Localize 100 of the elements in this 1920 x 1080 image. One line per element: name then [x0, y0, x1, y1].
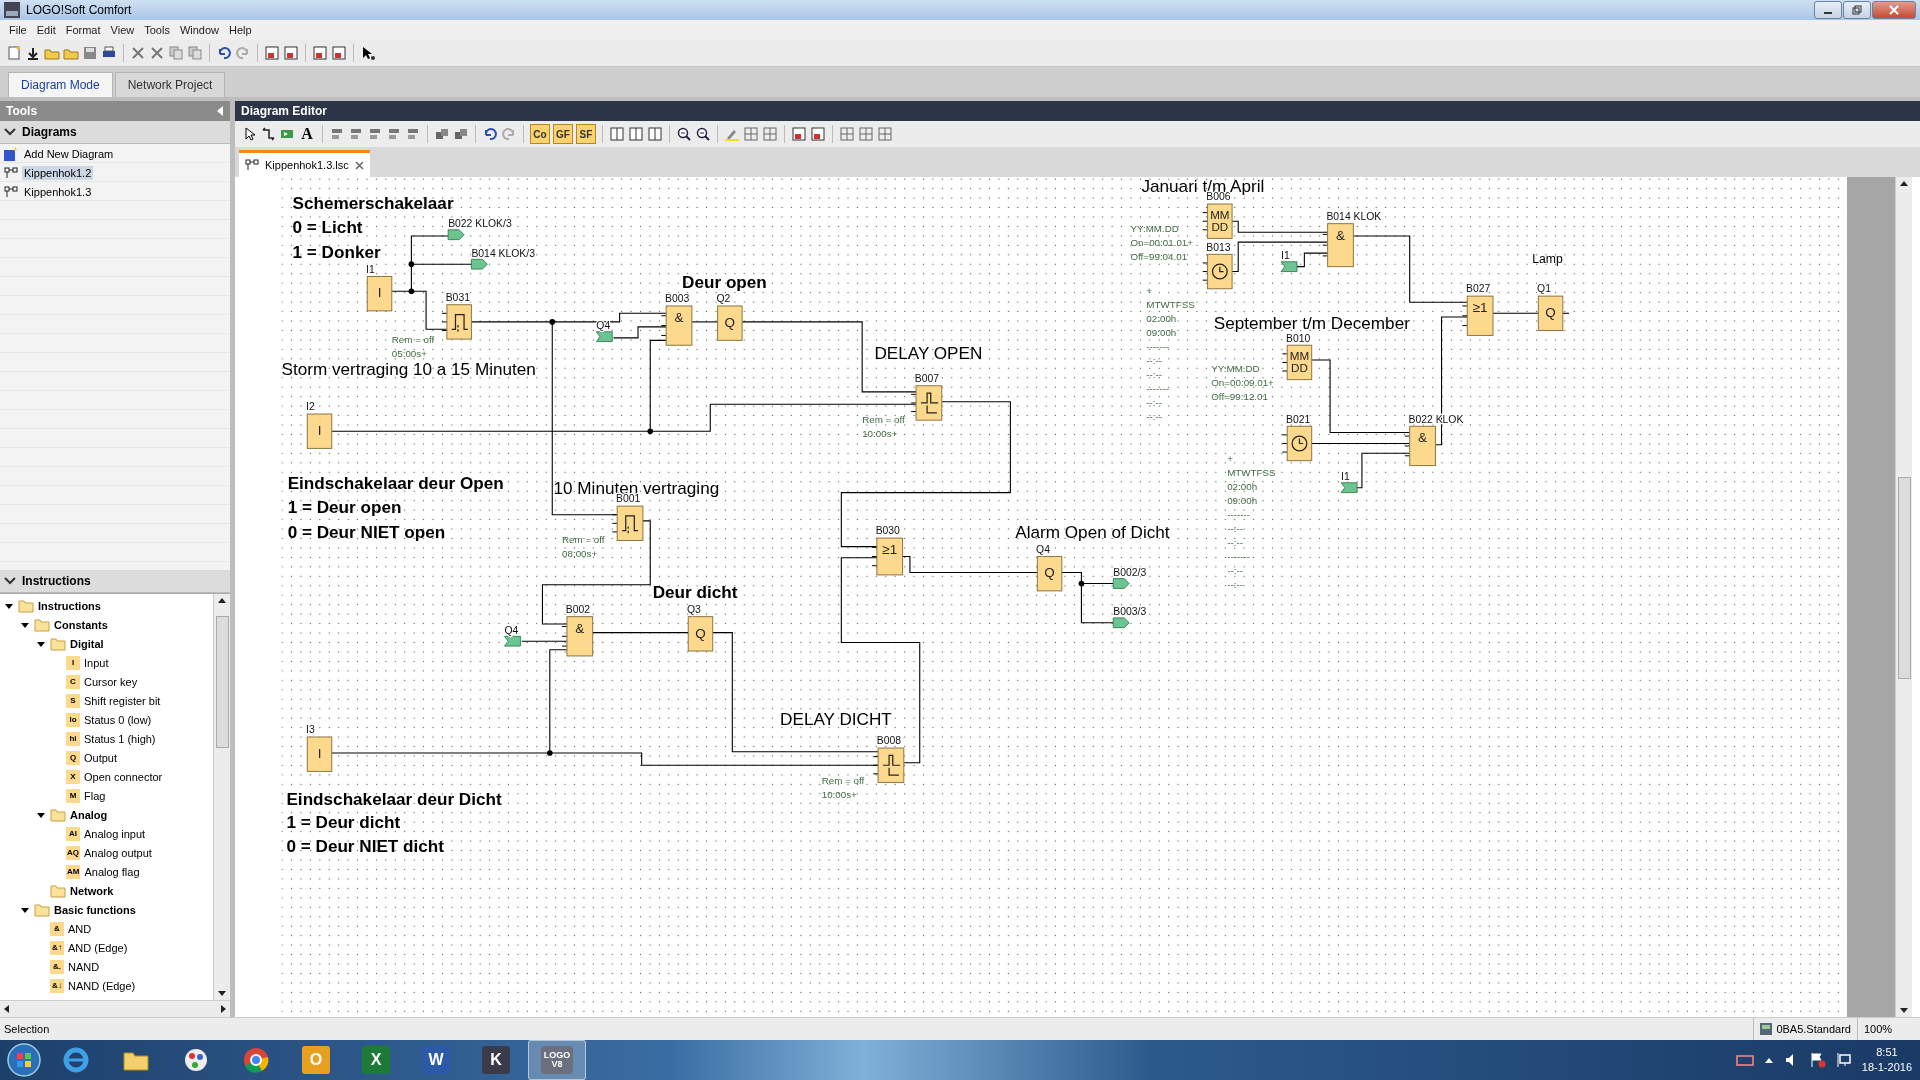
scroll-up-icon[interactable] — [218, 597, 226, 604]
zoom-out-icon[interactable] — [695, 126, 711, 142]
connector-flag[interactable] — [504, 635, 521, 647]
function-block[interactable]: I — [306, 736, 333, 772]
diagram-comment[interactable]: Deur open — [682, 271, 767, 292]
flag-icon[interactable] — [1809, 1052, 1826, 1068]
align-icon[interactable] — [405, 126, 421, 142]
scroll-left-icon[interactable] — [3, 1005, 10, 1013]
file-tab[interactable]: Kippenhok1.3.lsc — [239, 150, 370, 177]
layout-icon[interactable] — [609, 126, 625, 142]
tree-item[interactable]: Digital — [70, 637, 104, 650]
align-icon[interactable] — [329, 126, 345, 142]
tree-item[interactable]: Status 0 (low) — [84, 713, 152, 726]
diagram-item[interactable]: Add New Diagram — [22, 146, 116, 161]
scrollbar[interactable] — [1895, 177, 1912, 1017]
diagram-comment[interactable]: 1 = Deur open — [287, 497, 402, 518]
diagram-comment[interactable]: 0 = Licht — [292, 217, 363, 238]
tree-item[interactable]: Shift register bit — [84, 694, 161, 707]
scroll-down-icon[interactable] — [1900, 1007, 1908, 1014]
scroll-thumb[interactable] — [216, 616, 229, 748]
menu-item[interactable]: File — [4, 24, 32, 36]
close-icon[interactable] — [354, 160, 364, 170]
diagram-comment[interactable]: 1 = Donker — [292, 242, 381, 263]
tree-item[interactable]: Basic functions — [54, 903, 136, 916]
tree-item[interactable]: Network — [70, 884, 114, 897]
diagram-comment[interactable]: 0 = Deur NIET dicht — [286, 836, 445, 857]
connector-flag[interactable] — [471, 258, 488, 270]
tree-item[interactable]: NAND — [68, 960, 100, 973]
connector-flag[interactable] — [1280, 261, 1298, 272]
tree-item[interactable]: NAND (Edge) — [68, 979, 136, 992]
function-block[interactable] — [1281, 425, 1313, 462]
scroll-thumb[interactable] — [1898, 477, 1911, 679]
taskbar-button[interactable]: X — [348, 1041, 404, 1079]
tree-item[interactable]: Analog output — [84, 846, 152, 859]
diagram-comment[interactable]: Storm vertraging 10 a 15 Minuten — [281, 358, 536, 379]
caret-icon[interactable] — [1763, 1056, 1774, 1064]
taskbar-button[interactable]: K — [468, 1041, 524, 1079]
tree-item[interactable]: Flag — [84, 789, 106, 802]
clock[interactable]: 8:51 18-1-2016 — [1861, 1045, 1912, 1075]
mode-tab[interactable]: Diagram Mode — [8, 72, 113, 97]
keyboard-icon[interactable] — [1735, 1054, 1754, 1066]
layout-icon[interactable] — [647, 126, 663, 142]
tool-button[interactable]: Co — [530, 124, 550, 144]
function-block[interactable]: I — [366, 276, 393, 312]
tree-item[interactable]: Cursor key — [84, 675, 138, 688]
scrollbar[interactable] — [213, 594, 230, 1000]
start-button[interactable] — [4, 1041, 44, 1079]
diagram-comment[interactable]: 0 = Deur NIET open — [287, 522, 446, 543]
section-header[interactable]: Instructions — [0, 570, 230, 593]
connect-icon[interactable] — [260, 126, 276, 142]
scroll-down-icon[interactable] — [218, 990, 226, 997]
menu-item[interactable]: Edit — [31, 24, 61, 36]
grid-icon[interactable] — [762, 126, 778, 142]
zoom-in-icon[interactable] — [676, 126, 692, 142]
menu-item[interactable]: Window — [174, 24, 224, 36]
collapse-arrow-icon[interactable] — [216, 106, 224, 116]
undo-icon[interactable] — [216, 45, 232, 61]
cut-icon[interactable] — [149, 45, 165, 61]
function-block[interactable] — [910, 385, 943, 421]
grid-icon[interactable] — [743, 126, 759, 142]
tree-item[interactable]: Analog — [70, 808, 108, 821]
diagram-comment[interactable]: DELAY DICHT — [780, 708, 892, 729]
function-block[interactable]: Q — [687, 616, 714, 652]
close-button[interactable] — [1872, 1, 1916, 19]
connector-flag[interactable] — [447, 229, 465, 241]
connector-flag[interactable] — [1112, 617, 1130, 629]
function-block[interactable]: I — [306, 413, 333, 449]
tool-button[interactable]: GF — [553, 124, 573, 144]
help-pointer-icon[interactable] — [360, 45, 376, 61]
tree-item[interactable]: Open connector — [84, 770, 163, 783]
taskbar-button[interactable]: W — [408, 1041, 464, 1079]
tool-button[interactable]: SF — [576, 124, 596, 144]
menu-item[interactable]: View — [105, 24, 140, 36]
tree-item[interactable]: Analog flag — [84, 865, 140, 878]
diagram-item[interactable]: Kippenhok1.2 — [22, 165, 94, 180]
diagram-comment[interactable]: Eindschakelaar deur Open — [287, 472, 504, 493]
diagram-comment[interactable]: Alarm Open of Dicht — [1015, 522, 1170, 543]
menu-item[interactable]: Help — [224, 24, 257, 36]
diagram-item[interactable]: Kippenhok1.3 — [22, 184, 94, 199]
tree-item[interactable]: Input — [84, 656, 109, 669]
tool-button[interactable]: A — [298, 125, 316, 143]
function-block[interactable] — [1202, 253, 1233, 290]
diagram-comment[interactable]: 1 = Deur dicht — [286, 811, 401, 832]
taskbar-button[interactable]: LOGO V8 — [528, 1040, 586, 1080]
grid-icon[interactable] — [858, 126, 874, 142]
group-icon[interactable] — [434, 126, 450, 142]
diagram-comment[interactable]: DELAY OPEN — [874, 342, 983, 363]
tree-item[interactable]: Output — [84, 751, 118, 764]
section-header[interactable]: Diagrams — [0, 121, 230, 144]
function-block[interactable]: Q — [1537, 295, 1564, 331]
diagram-comment[interactable]: September t/m December — [1213, 313, 1410, 334]
diagram-comment[interactable]: Deur dicht — [652, 582, 738, 603]
align-icon[interactable] — [367, 126, 383, 142]
tree-item[interactable]: Instructions — [38, 599, 101, 612]
delete-icon[interactable] — [130, 45, 146, 61]
function-block[interactable]: Q — [1036, 556, 1063, 592]
tree-item[interactable]: Constants — [54, 618, 108, 631]
network-icon[interactable] — [1835, 1052, 1852, 1068]
diagram-label[interactable]: Lamp — [1532, 251, 1563, 266]
menu-item[interactable]: Tools — [139, 24, 175, 36]
